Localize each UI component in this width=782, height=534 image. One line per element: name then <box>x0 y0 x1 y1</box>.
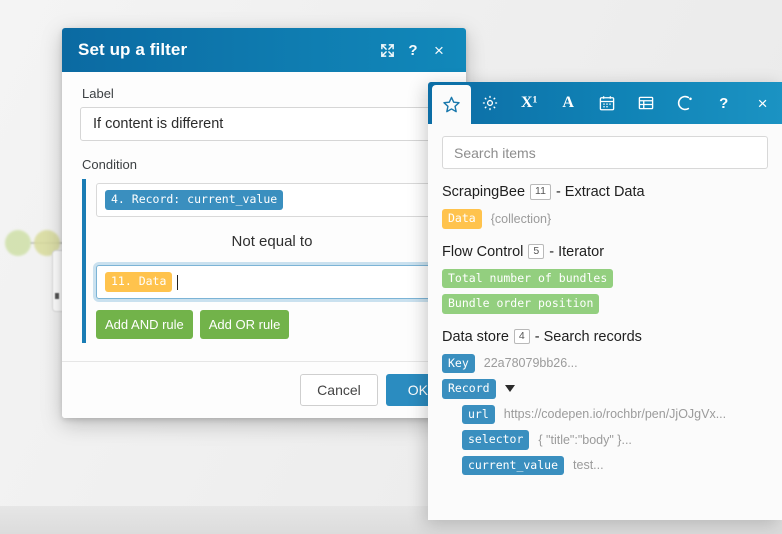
scenario-module-bubble <box>5 230 31 256</box>
item-chip[interactable]: url <box>462 405 495 425</box>
group-title-text: ScrapingBee <box>442 184 525 200</box>
search-input[interactable] <box>442 136 768 169</box>
group-title-text: Data store <box>442 329 509 345</box>
picker-help-glyph: ? <box>719 95 728 112</box>
group-suffix-text: - Extract Data <box>556 184 645 200</box>
item-chip[interactable]: Total number of bundles <box>442 269 613 289</box>
list-item[interactable]: current_value test... <box>442 456 768 476</box>
group-badge: 5 <box>528 244 544 260</box>
cancel-button[interactable]: Cancel <box>300 374 378 406</box>
dialog-footer: Cancel OK <box>62 361 466 418</box>
group-header: Data store 4 - Search records <box>442 329 768 345</box>
tab-array[interactable] <box>626 82 665 124</box>
add-and-rule-button[interactable]: Add AND rule <box>96 310 193 339</box>
picker-group: Flow Control 5 - Iterator Total number o… <box>442 244 768 314</box>
tab-math[interactable]: X¹ <box>510 82 549 124</box>
operator-select[interactable]: Not equal to ▲▼ <box>96 226 448 256</box>
list-item[interactable]: Data {collection} <box>442 209 768 229</box>
collapse-triangle-icon[interactable] <box>505 385 515 392</box>
group-suffix-text: - Iterator <box>549 244 604 260</box>
picker-help-icon[interactable]: ? <box>704 82 743 124</box>
math-icon: X¹ <box>521 94 537 112</box>
item-chip[interactable]: Bundle order position <box>442 294 599 314</box>
picker-tab-bar: X¹ A ? <box>428 82 782 124</box>
tab-text[interactable]: A <box>549 82 588 124</box>
help-glyph: ? <box>408 42 417 59</box>
variable-picker-panel: X¹ A ? <box>428 82 782 520</box>
help-icon[interactable]: ? <box>400 37 426 63</box>
picker-group: Data store 4 - Search records Key 22a780… <box>442 329 768 476</box>
picker-close-icon[interactable]: × <box>743 82 782 124</box>
right-operand-field[interactable]: 11. Data <box>96 265 448 299</box>
list-item[interactable]: url https://codepen.io/rochbr/pen/JjOJgV… <box>442 405 768 425</box>
tab-favorites[interactable] <box>432 85 471 124</box>
filter-dialog: Set up a filter ? × Label Condition 4. R… <box>62 28 466 418</box>
item-value: https://codepen.io/rochbr/pen/JjOJgVx... <box>504 407 726 421</box>
expand-icon[interactable] <box>374 37 400 63</box>
add-or-rule-button[interactable]: Add OR rule <box>200 310 290 339</box>
item-chip[interactable]: selector <box>462 430 529 450</box>
close-glyph: × <box>434 42 444 59</box>
group-badge: 11 <box>530 184 551 200</box>
tab-date[interactable] <box>588 82 627 124</box>
item-chip[interactable]: Record <box>442 379 496 399</box>
dialog-header: Set up a filter ? × <box>62 28 466 72</box>
item-value: 22a78079bb26... <box>484 356 578 370</box>
group-title-text: Flow Control <box>442 244 523 260</box>
picker-group: ScrapingBee 11 - Extract Data Data {coll… <box>442 184 768 229</box>
group-header: Flow Control 5 - Iterator <box>442 244 768 260</box>
list-item[interactable]: Total number of bundles <box>442 269 768 289</box>
picker-close-glyph: × <box>758 95 768 112</box>
list-item[interactable]: Record <box>442 379 768 399</box>
item-value: { "title":"body" }... <box>538 433 632 447</box>
item-chip[interactable]: Key <box>442 354 475 374</box>
tab-general[interactable] <box>471 82 510 124</box>
picker-body: ScrapingBee 11 - Extract Data Data {coll… <box>428 124 782 520</box>
text-icon: A <box>562 94 574 112</box>
rule-buttons: Add AND rule Add OR rule <box>96 310 448 339</box>
list-item[interactable]: selector { "title":"body" }... <box>442 430 768 450</box>
item-chip[interactable]: current_value <box>462 456 564 476</box>
dialog-title: Set up a filter <box>78 40 374 60</box>
condition-section-label: Condition <box>82 157 448 172</box>
item-chip[interactable]: Data <box>442 209 482 229</box>
left-operand-chip[interactable]: 4. Record: current_value <box>105 190 283 210</box>
condition-group: 4. Record: current_value Not equal to ▲▼… <box>82 179 448 343</box>
label-field-label: Label <box>82 86 448 101</box>
group-badge: 4 <box>514 329 530 345</box>
list-item[interactable]: Bundle order position <box>442 294 768 314</box>
list-item[interactable]: Key 22a78079bb26... <box>442 354 768 374</box>
dialog-body: Label Condition 4. Record: current_value… <box>62 72 466 347</box>
operator-value: Not equal to <box>232 233 313 250</box>
right-operand-chip[interactable]: 11. Data <box>105 272 172 292</box>
group-header: ScrapingBee 11 - Extract Data <box>442 184 768 200</box>
tab-flow[interactable] <box>665 82 704 124</box>
label-input[interactable] <box>80 107 448 141</box>
left-operand-field[interactable]: 4. Record: current_value <box>96 183 448 217</box>
item-value: test... <box>573 458 604 472</box>
item-value: {collection} <box>491 212 551 226</box>
scenario-node-marker <box>55 293 59 299</box>
group-suffix-text: - Search records <box>535 329 642 345</box>
text-caret <box>177 275 178 290</box>
close-icon[interactable]: × <box>426 37 452 63</box>
